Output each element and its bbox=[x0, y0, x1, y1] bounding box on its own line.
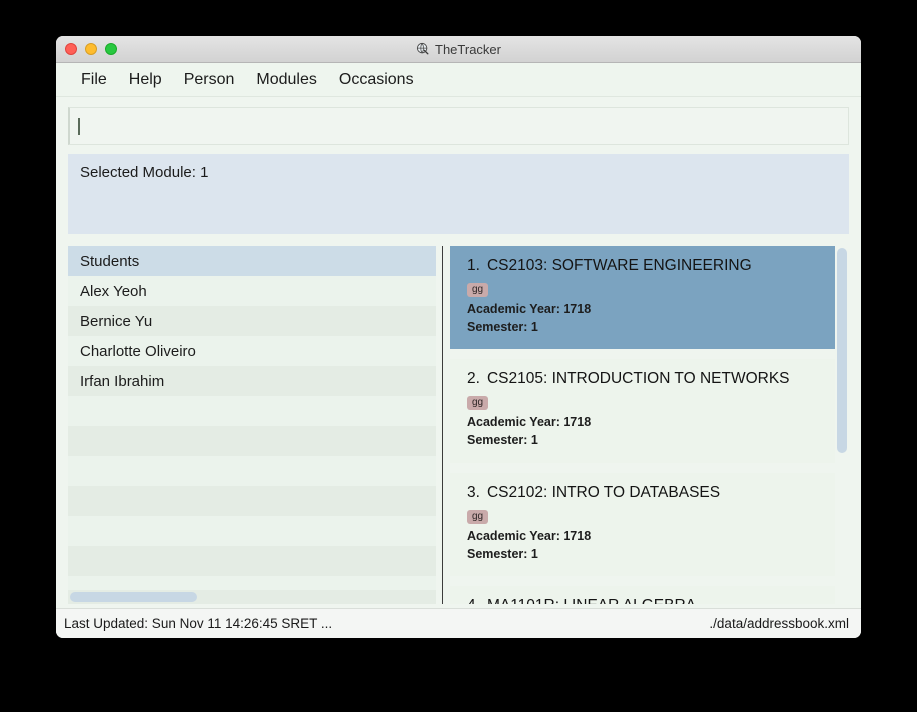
list-item-empty bbox=[68, 516, 436, 546]
module-tag-badge: gg bbox=[467, 509, 489, 524]
list-item[interactable]: Charlotte Oliveiro bbox=[68, 336, 436, 366]
module-title: 4. MA1101R: LINEAR ALGEBRA bbox=[467, 597, 835, 604]
module-index: 2. bbox=[467, 370, 480, 388]
module-academic-year: Academic Year: 1718 bbox=[467, 415, 592, 430]
module-name: MA1101R: LINEAR ALGEBRA bbox=[487, 597, 696, 604]
list-item[interactable]: Bernice Yu bbox=[68, 306, 436, 336]
main-content: Selected Module: 1 Students Alex Yeoh Be… bbox=[56, 97, 861, 608]
module-title: 1. CS2103: SOFTWARE ENGINEERING bbox=[467, 257, 835, 275]
list-item-empty bbox=[68, 456, 436, 486]
split-panes: Students Alex Yeoh Bernice Yu Charlotte … bbox=[68, 246, 849, 608]
list-item[interactable]: Alex Yeoh bbox=[68, 276, 436, 306]
maximize-button[interactable] bbox=[105, 43, 117, 55]
result-display-panel: Selected Module: 1 bbox=[68, 154, 849, 234]
students-pane: Students Alex Yeoh Bernice Yu Charlotte … bbox=[68, 246, 436, 604]
students-list[interactable]: Students Alex Yeoh Bernice Yu Charlotte … bbox=[68, 246, 436, 590]
window-titlebar: TheTracker bbox=[56, 36, 861, 63]
close-button[interactable] bbox=[65, 43, 77, 55]
app-globe-icon bbox=[416, 42, 430, 56]
pane-divider[interactable] bbox=[442, 246, 443, 604]
module-card[interactable]: 4.MA1101R: LINEAR ALGEBRA gg Academic Ye… bbox=[450, 585, 835, 604]
module-name: CS2102: INTRO TO DATABASES bbox=[486, 483, 721, 501]
list-item-empty bbox=[68, 396, 436, 426]
menu-item-person[interactable]: Person bbox=[173, 68, 246, 92]
window-title-group: TheTracker bbox=[56, 42, 861, 57]
module-name: CS2103: SOFTWARE ENGINEERING bbox=[486, 257, 752, 274]
list-item-empty bbox=[68, 426, 436, 456]
module-card[interactable]: 2. CS2105: INTRODUCTION TO NETWORKS gg Ac… bbox=[450, 359, 835, 463]
command-input[interactable] bbox=[68, 107, 849, 145]
list-item[interactable]: Irfan Ibrahim bbox=[68, 366, 436, 396]
result-display-text: Selected Module: 1 bbox=[80, 164, 209, 181]
module-index: 4. bbox=[467, 597, 480, 604]
menu-item-occasions[interactable]: Occasions bbox=[328, 68, 425, 92]
menu-bar: File Help Person Modules Occasions bbox=[56, 63, 861, 97]
module-index: 1. bbox=[467, 257, 480, 274]
module-title: 2. CS2105: INTRODUCTION TO NETWORKS bbox=[467, 370, 835, 388]
module-semester: Semester: 1 bbox=[467, 546, 538, 561]
menu-item-file[interactable]: File bbox=[70, 68, 118, 92]
application-window: TheTracker File Help Person Modules Occa… bbox=[56, 36, 861, 638]
module-semester: Semester: 1 bbox=[467, 433, 538, 448]
window-title: TheTracker bbox=[435, 41, 501, 57]
window-controls bbox=[65, 43, 117, 55]
menu-item-modules[interactable]: Modules bbox=[245, 68, 327, 92]
list-item-empty bbox=[68, 546, 436, 576]
text-caret bbox=[78, 117, 80, 135]
modules-vertical-scrollbar[interactable] bbox=[835, 246, 849, 604]
module-title: 3. CS2102: INTRO TO DATABASES bbox=[467, 484, 835, 502]
students-list-header[interactable]: Students bbox=[68, 246, 436, 276]
module-name: CS2105: INTRODUCTION TO NETWORKS bbox=[486, 370, 790, 388]
list-item-empty bbox=[68, 576, 436, 590]
module-academic-year: Academic Year: 1718 bbox=[467, 302, 592, 316]
scrollbar-thumb[interactable] bbox=[837, 248, 847, 453]
module-card[interactable]: 1. CS2103: SOFTWARE ENGINEERING gg Academ… bbox=[450, 246, 835, 350]
module-academic-year: Academic Year: 1718 bbox=[467, 528, 592, 543]
list-item-label: Irfan Ibrahim bbox=[80, 372, 165, 390]
list-item-empty bbox=[68, 486, 436, 516]
module-tag-badge: gg bbox=[467, 283, 489, 297]
students-horizontal-scrollbar[interactable] bbox=[68, 590, 436, 604]
minimize-button[interactable] bbox=[85, 43, 97, 55]
module-semester: Semester: 1 bbox=[467, 320, 538, 335]
status-file-path: ./data/addressbook.xml bbox=[709, 616, 849, 631]
modules-pane: 1. CS2103: SOFTWARE ENGINEERING gg Academ… bbox=[450, 246, 849, 604]
scrollbar-thumb[interactable] bbox=[70, 592, 197, 602]
module-index: 3. bbox=[467, 483, 480, 501]
menu-item-help[interactable]: Help bbox=[118, 68, 173, 92]
status-last-updated: Last Updated: Sun Nov 11 14:26:45 SRET .… bbox=[64, 616, 333, 631]
modules-list[interactable]: 1. CS2103: SOFTWARE ENGINEERING gg Academ… bbox=[450, 246, 835, 604]
status-bar: Last Updated: Sun Nov 11 14:26:45 SRET .… bbox=[56, 608, 861, 638]
module-tag-badge: gg bbox=[467, 396, 489, 411]
module-card[interactable]: 3. CS2102: INTRO TO DATABASES gg Academic… bbox=[450, 472, 835, 576]
